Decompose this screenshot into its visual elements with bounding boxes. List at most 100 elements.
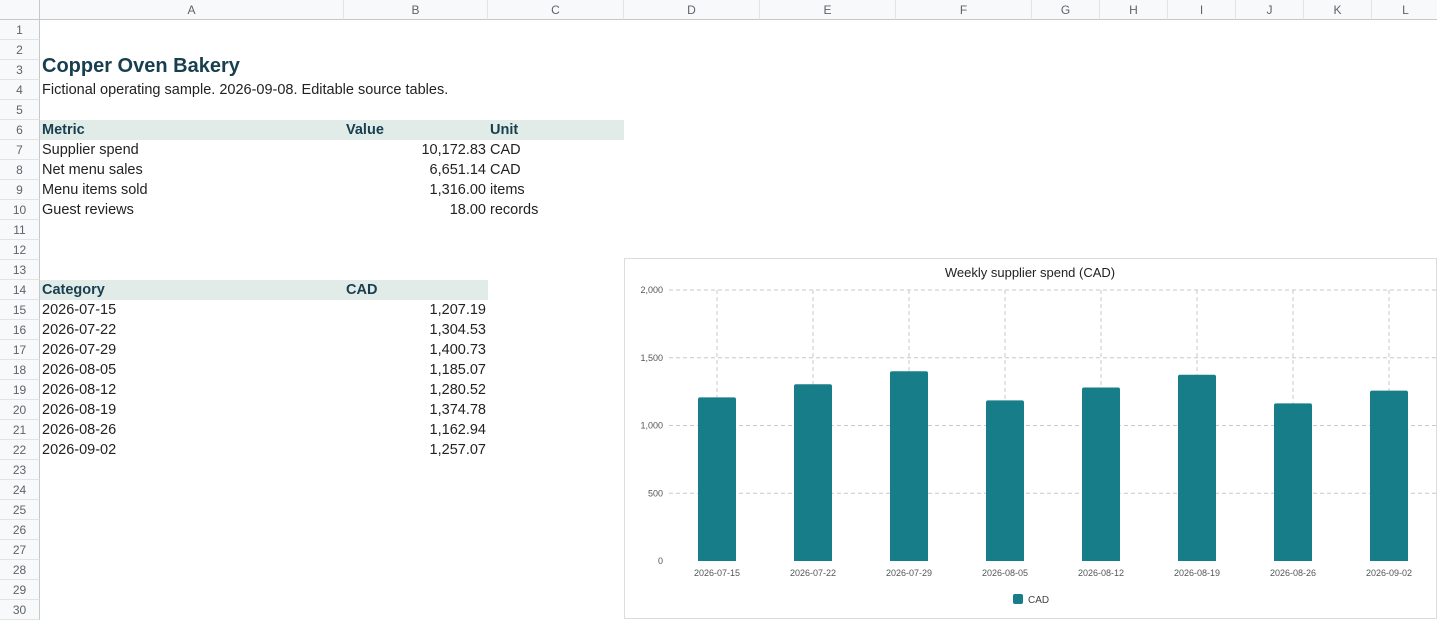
weekly-category-cell[interactable]: 2026-08-05 — [42, 360, 116, 380]
spreadsheet-grid: ABCDEFGHIJKL 1 2 3 4 5 6 7 8 9 10 11 12 13 14 15 16 17 18… — [0, 0, 1437, 639]
legend-swatch — [1013, 594, 1023, 604]
summary-unit-cell[interactable]: CAD — [490, 140, 521, 160]
summary-header-row — [40, 120, 624, 140]
column-header-d[interactable]: D — [624, 0, 760, 20]
row-header-25[interactable]: 25 — [0, 500, 40, 520]
row-header-6[interactable]: 6 — [0, 120, 40, 140]
row-header-8[interactable]: 8 — [0, 160, 40, 180]
sheet-title[interactable]: Copper Oven Bakery — [42, 54, 240, 78]
row-header-5[interactable]: 5 — [0, 100, 40, 120]
y-tick-label: 1,000 — [640, 421, 663, 431]
weekly-value-cell[interactable]: 1,280.52 — [344, 380, 486, 400]
weekly-category-cell[interactable]: 2026-07-22 — [42, 320, 116, 340]
column-header-l[interactable]: L — [1372, 0, 1437, 20]
row-header-19[interactable]: 19 — [0, 380, 40, 400]
weekly-header-row — [40, 280, 488, 300]
summary-value-cell[interactable]: 1,316.00 — [344, 180, 486, 200]
row-header-3[interactable]: 3 — [0, 60, 40, 80]
y-tick-label: 500 — [648, 488, 663, 498]
row-header-14[interactable]: 14 — [0, 280, 40, 300]
weekly-value-cell[interactable]: 1,400.73 — [344, 340, 486, 360]
weekly-category-cell[interactable]: 2026-08-12 — [42, 380, 116, 400]
column-header-f[interactable]: F — [896, 0, 1032, 20]
weekly-category-cell[interactable]: 2026-08-19 — [42, 400, 116, 420]
summary-header-value[interactable]: Value — [346, 120, 384, 140]
row-header-2[interactable]: 2 — [0, 40, 40, 60]
row-header-16[interactable]: 16 — [0, 320, 40, 340]
y-tick-label: 2,000 — [640, 285, 663, 295]
summary-unit-cell[interactable]: records — [490, 200, 538, 220]
row-header-9[interactable]: 9 — [0, 180, 40, 200]
row-header-24[interactable]: 24 — [0, 480, 40, 500]
weekly-value-cell[interactable]: 1,162.94 — [344, 420, 486, 440]
weekly-value-cell[interactable]: 1,257.07 — [344, 440, 486, 460]
bar-2026-08-12 — [1082, 387, 1120, 561]
row-header-4[interactable]: 4 — [0, 80, 40, 100]
summary-header-metric[interactable]: Metric — [42, 120, 85, 140]
weekly-header-category[interactable]: Category — [42, 280, 105, 300]
weekly-header-cad[interactable]: CAD — [346, 280, 377, 300]
summary-unit-cell[interactable]: CAD — [490, 160, 521, 180]
x-tick-label: 2026-07-15 — [694, 568, 740, 578]
weekly-value-cell[interactable]: 1,185.07 — [344, 360, 486, 380]
row-header-23[interactable]: 23 — [0, 460, 40, 480]
column-header-e[interactable]: E — [760, 0, 896, 20]
select-all-corner[interactable] — [0, 0, 40, 20]
row-header-17[interactable]: 17 — [0, 340, 40, 360]
row-header-11[interactable]: 11 — [0, 220, 40, 240]
weekly-category-cell[interactable]: 2026-08-26 — [42, 420, 116, 440]
row-header-28[interactable]: 28 — [0, 560, 40, 580]
weekly-category-cell[interactable]: 2026-07-29 — [42, 340, 116, 360]
row-header-1[interactable]: 1 — [0, 20, 40, 40]
x-tick-label: 2026-08-19 — [1174, 568, 1220, 578]
summary-value-cell[interactable]: 18.00 — [344, 200, 486, 220]
column-header-h[interactable]: H — [1100, 0, 1168, 20]
row-header-22[interactable]: 22 — [0, 440, 40, 460]
summary-metric-cell[interactable]: Guest reviews — [42, 200, 134, 220]
bar-2026-07-22 — [794, 384, 832, 561]
legend-label: CAD — [1028, 595, 1049, 606]
column-header-k[interactable]: K — [1304, 0, 1372, 20]
summary-metric-cell[interactable]: Net menu sales — [42, 160, 143, 180]
row-header-20[interactable]: 20 — [0, 400, 40, 420]
column-header-j[interactable]: J — [1236, 0, 1304, 20]
weekly-value-cell[interactable]: 1,304.53 — [344, 320, 486, 340]
x-tick-label: 2026-09-02 — [1366, 568, 1412, 578]
row-header-15[interactable]: 15 — [0, 300, 40, 320]
sheet-subtitle[interactable]: Fictional operating sample. 2026-09-08. … — [42, 80, 448, 100]
x-tick-label: 2026-08-26 — [1270, 568, 1316, 578]
weekly-value-cell[interactable]: 1,207.19 — [344, 300, 486, 320]
weekly-category-cell[interactable]: 2026-07-15 — [42, 300, 116, 320]
row-header-18[interactable]: 18 — [0, 360, 40, 380]
row-header-30[interactable]: 30 — [0, 600, 40, 620]
bar-2026-08-26 — [1274, 403, 1312, 561]
bar-2026-07-15 — [698, 397, 736, 561]
bar-2026-08-19 — [1178, 374, 1216, 561]
row-header-26[interactable]: 26 — [0, 520, 40, 540]
column-header-c[interactable]: C — [488, 0, 624, 20]
row-header-21[interactable]: 21 — [0, 420, 40, 440]
row-header-27[interactable]: 27 — [0, 540, 40, 560]
summary-header-unit[interactable]: Unit — [490, 120, 518, 140]
row-header-7[interactable]: 7 — [0, 140, 40, 160]
summary-value-cell[interactable]: 6,651.14 — [344, 160, 486, 180]
row-header-29[interactable]: 29 — [0, 580, 40, 600]
summary-value-cell[interactable]: 10,172.83 — [344, 140, 486, 160]
weekly-category-cell[interactable]: 2026-09-02 — [42, 440, 116, 460]
column-header-a[interactable]: A — [40, 0, 344, 20]
row-header-12[interactable]: 12 — [0, 240, 40, 260]
supplier-spend-chart[interactable]: Weekly supplier spend (CAD) 0 500 1,000 1,50… — [624, 258, 1437, 619]
row-header-13[interactable]: 13 — [0, 260, 40, 280]
x-tick-label: 2026-07-22 — [790, 568, 836, 578]
summary-unit-cell[interactable]: items — [490, 180, 525, 200]
column-header-g[interactable]: G — [1032, 0, 1100, 20]
x-tick-label: 2026-08-12 — [1078, 568, 1124, 578]
bar-2026-07-29 — [890, 371, 928, 561]
summary-metric-cell[interactable]: Menu items sold — [42, 180, 148, 200]
column-header-i[interactable]: I — [1168, 0, 1236, 20]
summary-metric-cell[interactable]: Supplier spend — [42, 140, 139, 160]
y-tick-label: 1,500 — [640, 353, 663, 363]
column-header-b[interactable]: B — [344, 0, 488, 20]
row-header-10[interactable]: 10 — [0, 200, 40, 220]
weekly-value-cell[interactable]: 1,374.78 — [344, 400, 486, 420]
